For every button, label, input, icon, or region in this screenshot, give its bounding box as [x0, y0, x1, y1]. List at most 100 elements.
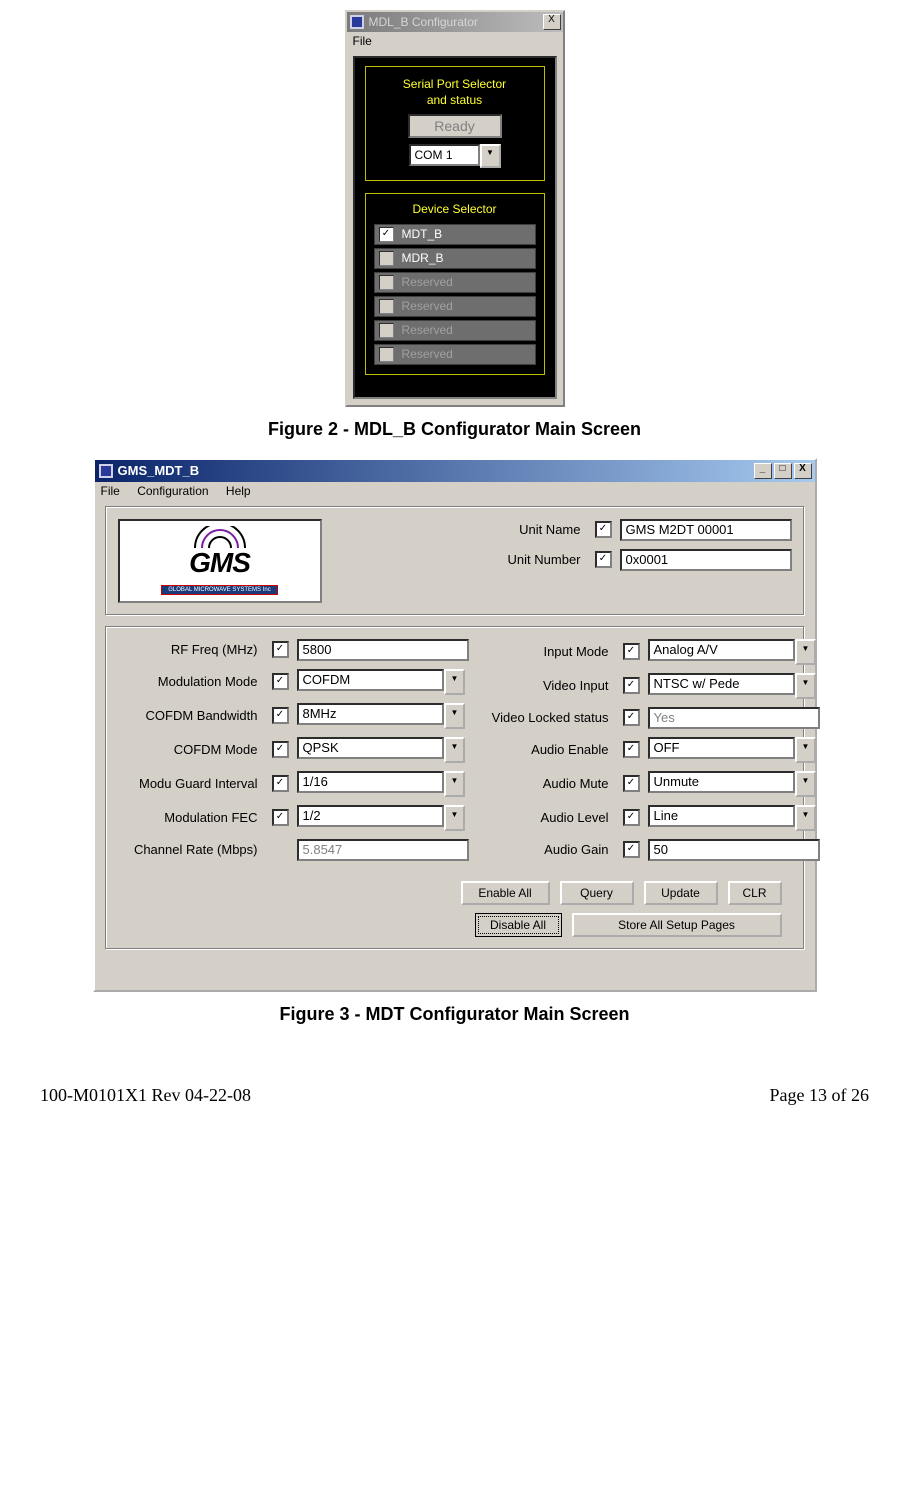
gms-logo: GMS GLOBAL MICROWAVE SYSTEMS Inc: [118, 519, 322, 603]
com-port-select[interactable]: COM 1 ▼: [409, 144, 501, 168]
field-checkbox[interactable]: ✓: [272, 707, 289, 724]
chevron-down-icon[interactable]: ▼: [480, 144, 501, 168]
field-checkbox[interactable]: ✓: [272, 809, 289, 826]
field-value[interactable]: 1/16: [297, 771, 445, 793]
field-value[interactable]: QPSK: [297, 737, 445, 759]
unit-info-group: GMS GLOBAL MICROWAVE SYSTEMS Inc Unit Na…: [105, 506, 805, 616]
field-row: Audio Gain✓50: [469, 839, 820, 861]
unit-number-checkbox[interactable]: ✓: [595, 551, 612, 568]
chevron-down-icon[interactable]: ▼: [795, 805, 815, 831]
chevron-down-icon[interactable]: ▼: [795, 771, 815, 797]
menu-file[interactable]: File: [101, 484, 120, 498]
store-all-button[interactable]: Store All Setup Pages: [572, 913, 782, 937]
unit-name-checkbox[interactable]: ✓: [595, 521, 612, 538]
device-selector-label: Device Selector: [374, 202, 536, 218]
field-value[interactable]: COFDM: [297, 669, 445, 691]
field-checkbox[interactable]: ✓: [272, 641, 289, 658]
unit-name-field[interactable]: GMS M2DT 00001: [620, 519, 792, 541]
menubar: File: [347, 32, 563, 50]
query-button[interactable]: Query: [560, 881, 634, 905]
field-row: Audio Mute✓Unmute▼: [469, 771, 820, 797]
field-checkbox[interactable]: ✓: [623, 809, 640, 826]
close-button[interactable]: X: [794, 463, 812, 479]
titlebar[interactable]: MDL_B Configurator X: [347, 12, 563, 32]
menu-help[interactable]: Help: [226, 484, 251, 498]
field-value[interactable]: 8MHz: [297, 703, 445, 725]
field-label: Input Mode: [469, 644, 615, 659]
field-label: RF Freq (MHz): [118, 642, 264, 657]
field-checkbox[interactable]: ✓: [272, 673, 289, 690]
field-dropdown[interactable]: 1/2▼: [297, 805, 465, 831]
field-dropdown[interactable]: 1/16▼: [297, 771, 465, 797]
field-dropdown[interactable]: COFDM▼: [297, 669, 465, 695]
field-checkbox[interactable]: ✓: [272, 775, 289, 792]
field-row: Channel Rate (Mbps) 5.8547: [118, 839, 469, 861]
field-input[interactable]: 5800: [297, 639, 469, 661]
field-row: COFDM Bandwidth✓8MHz▼: [118, 703, 469, 729]
field-dropdown[interactable]: QPSK▼: [297, 737, 465, 763]
field-checkbox[interactable]: ✓: [623, 709, 640, 726]
checkbox-icon: [379, 299, 394, 314]
field-input[interactable]: 50: [648, 839, 820, 861]
checkbox-icon: [379, 323, 394, 338]
maximize-button[interactable]: □: [774, 463, 792, 479]
unit-number-field[interactable]: 0x0001: [620, 549, 792, 571]
field-label: Modulation FEC: [118, 810, 264, 825]
field-label: Video Locked status: [469, 710, 615, 725]
field-dropdown[interactable]: OFF▼: [648, 737, 816, 763]
close-button[interactable]: X: [543, 14, 561, 30]
update-button[interactable]: Update: [644, 881, 718, 905]
field-checkbox[interactable]: ✓: [623, 775, 640, 792]
checkbox-icon[interactable]: ✓: [379, 227, 394, 242]
chevron-down-icon[interactable]: ▼: [444, 669, 464, 695]
logo-text: GMS: [161, 547, 277, 579]
field-value[interactable]: Unmute: [648, 771, 796, 793]
device-row: Reserved: [374, 272, 536, 293]
field-dropdown[interactable]: 8MHz▼: [297, 703, 465, 729]
checkbox-icon[interactable]: [379, 251, 394, 266]
clr-button[interactable]: CLR: [728, 881, 782, 905]
field-value[interactable]: NTSC w/ Pede: [648, 673, 796, 695]
field-checkbox[interactable]: ✓: [272, 741, 289, 758]
device-row[interactable]: ✓ MDT_B: [374, 224, 536, 245]
footer-right: Page 13 of 26: [770, 1085, 869, 1106]
field-dropdown[interactable]: NTSC w/ Pede▼: [648, 673, 816, 699]
com-port-value[interactable]: COM 1: [409, 144, 480, 166]
field-checkbox[interactable]: ✓: [623, 643, 640, 660]
chevron-down-icon[interactable]: ▼: [795, 737, 815, 763]
field-value[interactable]: Analog A/V: [648, 639, 796, 661]
device-label: Reserved: [402, 323, 453, 337]
field-label: Channel Rate (Mbps): [118, 842, 264, 857]
field-value[interactable]: 1/2: [297, 805, 445, 827]
field-label: Video Input: [469, 678, 615, 693]
field-dropdown[interactable]: Analog A/V▼: [648, 639, 816, 665]
chevron-down-icon[interactable]: ▼: [444, 771, 464, 797]
chevron-down-icon[interactable]: ▼: [444, 805, 464, 831]
field-value[interactable]: Line: [648, 805, 796, 827]
config-panel: Serial Port Selector and status Ready CO…: [353, 56, 557, 399]
checkbox-icon: [379, 347, 394, 362]
field-checkbox[interactable]: ✓: [623, 741, 640, 758]
chevron-down-icon[interactable]: ▼: [795, 639, 815, 665]
field-value-readonly: 5.8547: [297, 839, 469, 861]
field-label: COFDM Mode: [118, 742, 264, 757]
disable-all-button[interactable]: Disable All: [475, 913, 562, 937]
field-checkbox[interactable]: ✓: [623, 677, 640, 694]
field-checkbox[interactable]: ✓: [623, 841, 640, 858]
chevron-down-icon[interactable]: ▼: [444, 703, 464, 729]
enable-all-button[interactable]: Enable All: [461, 881, 550, 905]
field-label: Audio Enable: [469, 742, 615, 757]
titlebar[interactable]: GMS_MDT_B _ □ X: [95, 460, 815, 482]
serial-port-label-line1: Serial Port Selector: [403, 77, 506, 91]
minimize-button[interactable]: _: [754, 463, 772, 479]
chevron-down-icon[interactable]: ▼: [795, 673, 815, 699]
device-row[interactable]: MDR_B: [374, 248, 536, 269]
field-value[interactable]: OFF: [648, 737, 796, 759]
menu-configuration[interactable]: Configuration: [137, 484, 208, 498]
field-dropdown[interactable]: Unmute▼: [648, 771, 816, 797]
field-dropdown[interactable]: Line▼: [648, 805, 816, 831]
device-label: MDT_B: [402, 227, 443, 241]
chevron-down-icon[interactable]: ▼: [444, 737, 464, 763]
menu-file[interactable]: File: [353, 34, 372, 48]
field-value-readonly: Yes: [648, 707, 820, 729]
